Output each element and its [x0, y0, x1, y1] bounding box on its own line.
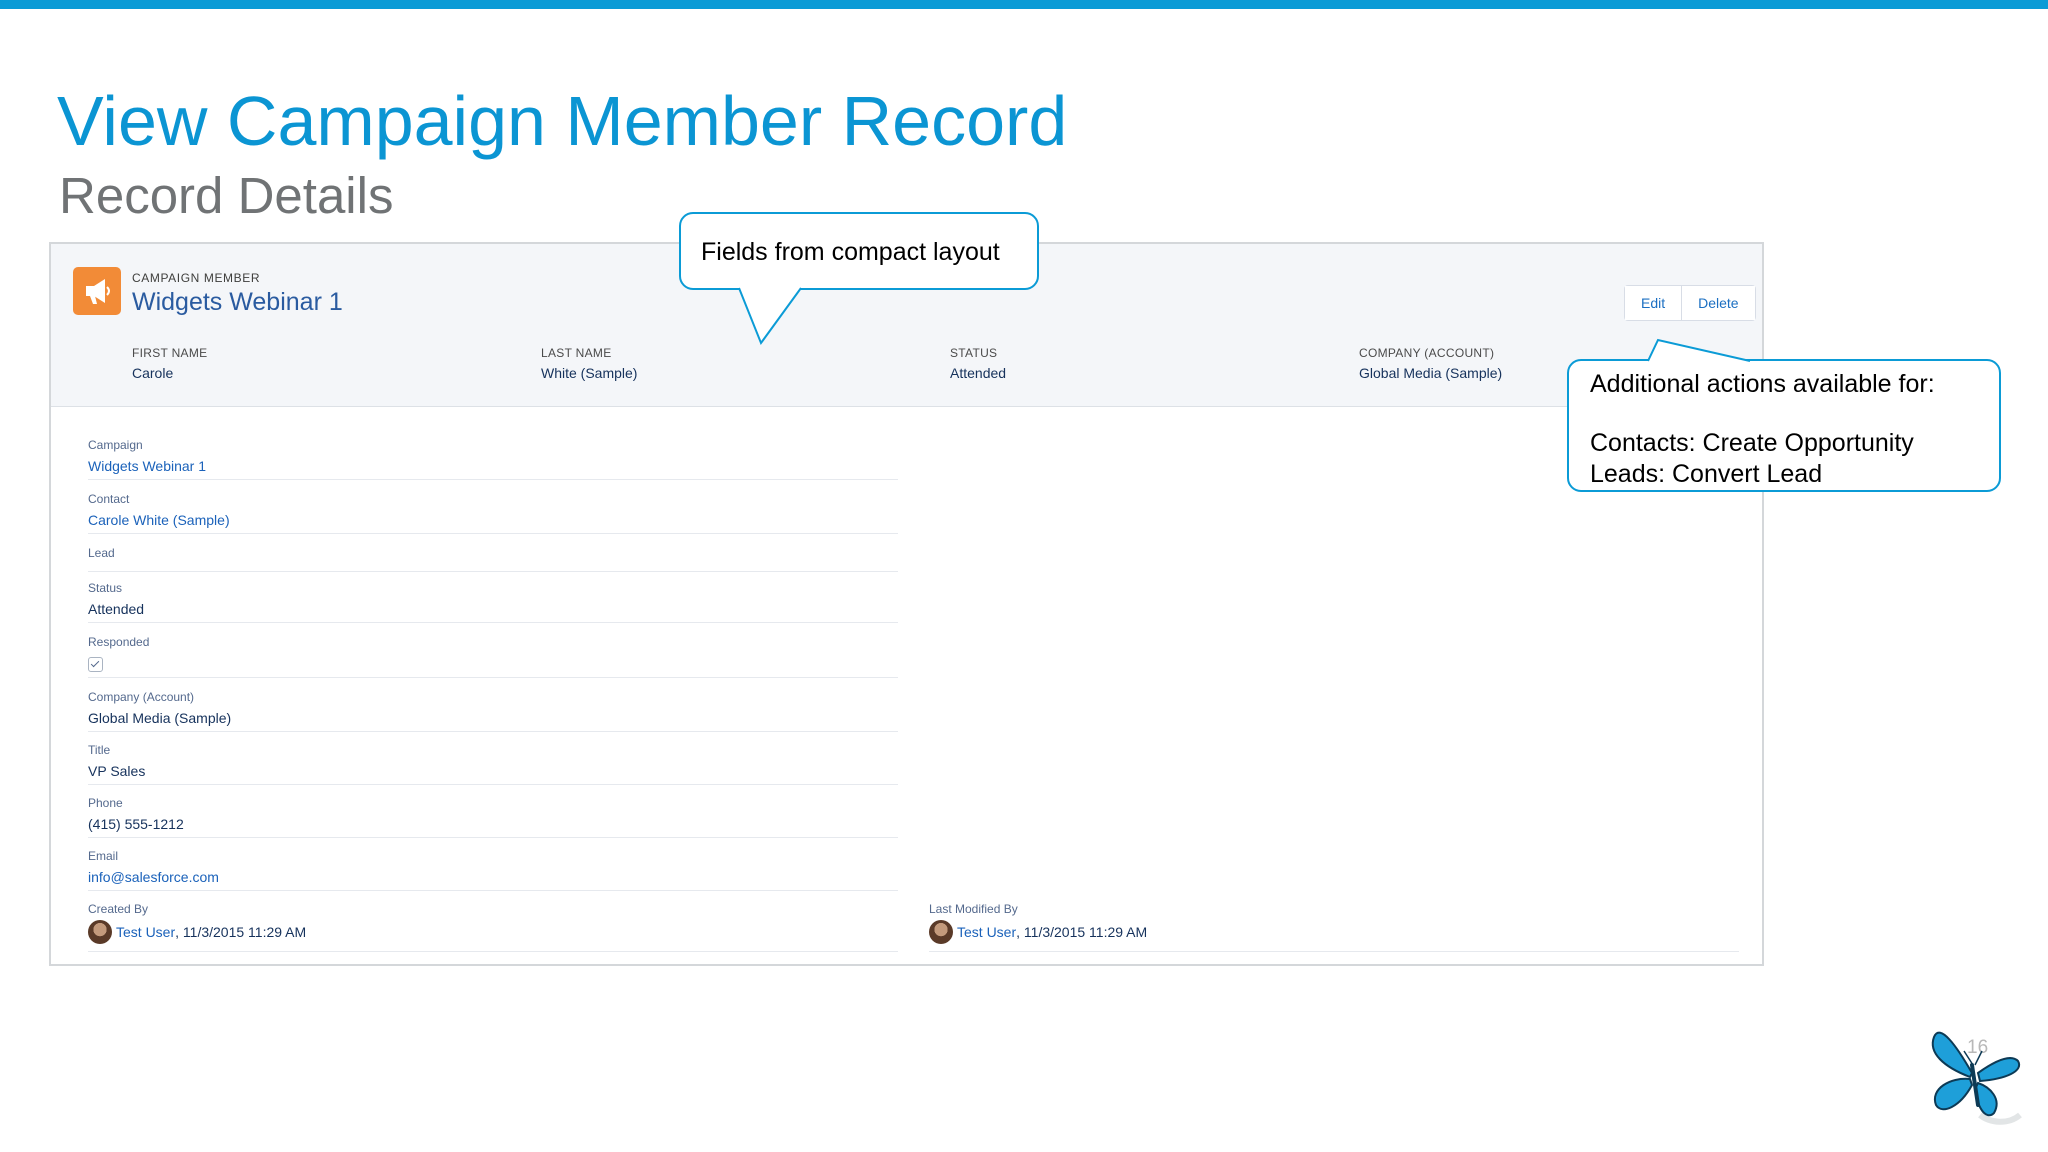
callout-contacts-line: Contacts: Create Opportunity [1590, 429, 1914, 457]
field-phone: Phone (415) 555-1212 [88, 796, 898, 838]
field-label: Phone [88, 796, 123, 810]
last-modified-by-value: Test User , 11/3/2015 11:29 AM [929, 920, 1739, 944]
responded-checkbox [88, 657, 103, 672]
highlight-status: STATUS Attended [950, 346, 1006, 381]
field-contact: Contact Carole White (Sample) [88, 492, 898, 534]
field-label: Created By [88, 902, 149, 916]
title-value: VP Sales [88, 763, 146, 779]
highlight-value: White (Sample) [541, 365, 638, 381]
slide-subtitle: Record Details [59, 167, 394, 224]
record-actions: Edit Delete [1624, 285, 1756, 321]
highlight-label: FIRST NAME [132, 346, 208, 360]
highlight-value: Attended [950, 365, 1007, 381]
field-label: Lead [88, 546, 115, 560]
edit-button[interactable]: Edit [1625, 286, 1682, 320]
compact-layout-callout-text: Fields from compact layout [701, 238, 1000, 266]
avatar [929, 920, 953, 944]
avatar [88, 920, 112, 944]
megaphone-icon [73, 267, 121, 315]
last-modified-by-timestamp: , 11/3/2015 11:29 AM [1016, 924, 1148, 940]
created-by-value: Test User , 11/3/2015 11:29 AM [88, 920, 898, 944]
top-accent-bar [0, 0, 2048, 9]
highlight-company: COMPANY (ACCOUNT) Global Media (Sample) [1359, 346, 1502, 381]
phone-value: (415) 555-1212 [88, 816, 184, 832]
record-screenshot: CAMPAIGN MEMBER Widgets Webinar 1 Edit D… [49, 242, 1764, 966]
highlight-label: LAST NAME [541, 346, 612, 360]
field-created-by: Created By Test User , 11/3/2015 11:29 A… [88, 902, 898, 952]
email-link[interactable]: info@salesforce.com [88, 869, 898, 885]
contact-link[interactable]: Carole White (Sample) [88, 512, 898, 528]
field-label: Title [88, 743, 111, 757]
company-value: Global Media (Sample) [88, 710, 232, 726]
created-by-timestamp: , 11/3/2015 11:29 AM [175, 924, 307, 940]
highlight-first-name: FIRST NAME Carole [132, 346, 207, 381]
created-by-user-link[interactable]: Test User [116, 924, 175, 940]
callout-heading: Additional actions available for: [1590, 370, 1935, 398]
callout-pointer [738, 287, 802, 346]
field-email: Email info@salesforce.com [88, 849, 898, 891]
field-label: Email [88, 849, 119, 863]
campaign-link[interactable]: Widgets Webinar 1 [88, 458, 898, 474]
field-lead: Lead [88, 546, 898, 572]
record-name: Widgets Webinar 1 [132, 288, 343, 316]
butterfly-logo-icon [1931, 1031, 2022, 1125]
field-label: Status [88, 581, 123, 595]
field-last-modified-by: Last Modified By Test User , 11/3/2015 1… [929, 902, 1739, 952]
callout-pointer [1647, 338, 1751, 362]
field-label: Campaign [88, 438, 143, 452]
additional-actions-callout: Additional actions available for: Contac… [1567, 359, 2001, 492]
highlight-last-name: LAST NAME White (Sample) [541, 346, 637, 381]
field-label: Responded [88, 635, 150, 649]
field-label: Last Modified By [929, 902, 1018, 916]
compact-layout-callout: Fields from compact layout [679, 212, 1039, 290]
field-label: Contact [88, 492, 130, 506]
highlight-label: STATUS [950, 346, 998, 360]
last-modified-by-user-link[interactable]: Test User [957, 924, 1016, 940]
field-campaign: Campaign Widgets Webinar 1 [88, 438, 898, 480]
field-label: Company (Account) [88, 690, 195, 704]
highlight-value: Global Media (Sample) [1359, 365, 1503, 381]
highlight-value: Carole [132, 365, 174, 381]
field-company: Company (Account) Global Media (Sample) [88, 690, 898, 732]
status-value: Attended [88, 601, 145, 617]
record-type-label: CAMPAIGN MEMBER [132, 271, 261, 285]
slide-title: View Campaign Member Record [57, 82, 1068, 160]
field-status: Status Attended [88, 581, 898, 623]
delete-button[interactable]: Delete [1681, 286, 1755, 320]
field-responded: Responded [88, 635, 898, 678]
highlight-label: COMPANY (ACCOUNT) [1359, 346, 1495, 360]
callout-leads-line: Leads: Convert Lead [1590, 460, 1823, 488]
field-title: Title VP Sales [88, 743, 898, 785]
